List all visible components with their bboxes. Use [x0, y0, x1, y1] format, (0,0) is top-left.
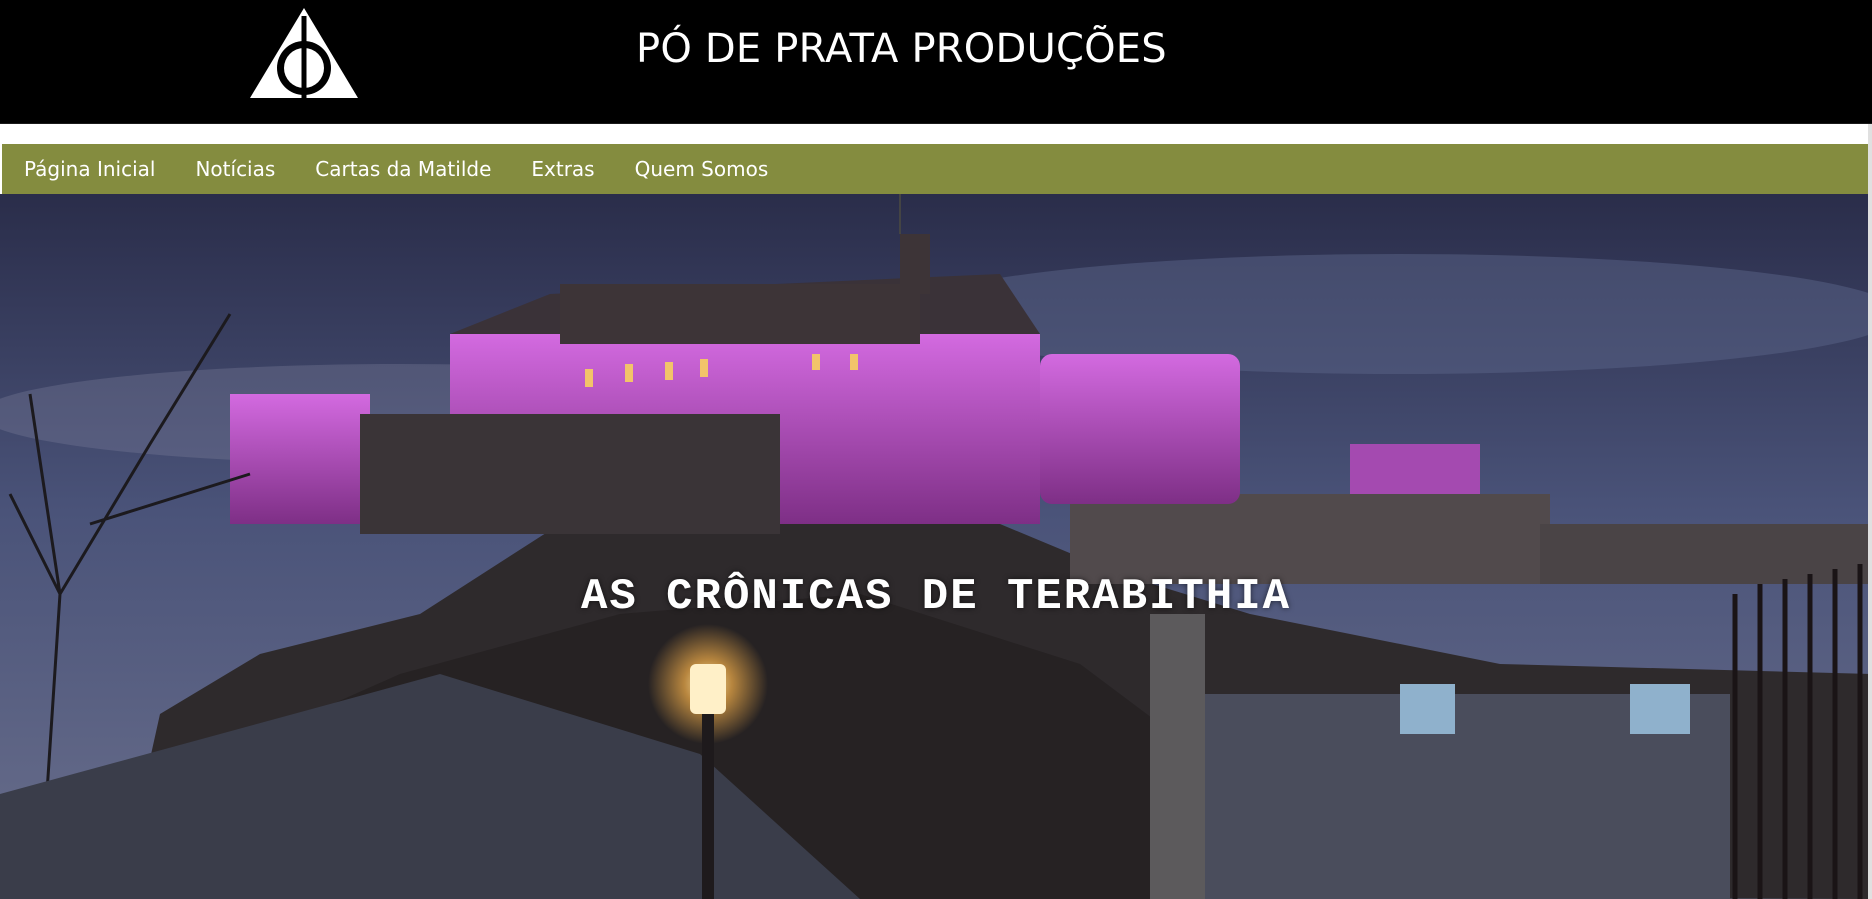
page-scrollbar[interactable] [1868, 124, 1872, 899]
site-header: PÓ DE PRATA PRODUÇÕES [0, 0, 1872, 124]
castle-at-night-photo [0, 194, 1872, 899]
main-nav: Página Inicial Notícias Cartas da Matild… [0, 144, 1872, 194]
nav-item-home[interactable]: Página Inicial [24, 157, 155, 181]
site-title: PÓ DE PRATA PRODUÇÕES [636, 26, 1167, 72]
nav-item-extras[interactable]: Extras [531, 157, 594, 181]
hero-banner: AS CRÔNICAS DE TERABITHIA [0, 194, 1872, 899]
nav-item-news[interactable]: Notícias [195, 157, 275, 181]
nav-item-letters[interactable]: Cartas da Matilde [315, 157, 491, 181]
nav-item-about[interactable]: Quem Somos [635, 157, 769, 181]
deathly-hallows-icon[interactable] [248, 6, 360, 100]
header-gap [0, 124, 1872, 144]
hero-title: AS CRÔNICAS DE TERABITHIA [580, 572, 1292, 622]
